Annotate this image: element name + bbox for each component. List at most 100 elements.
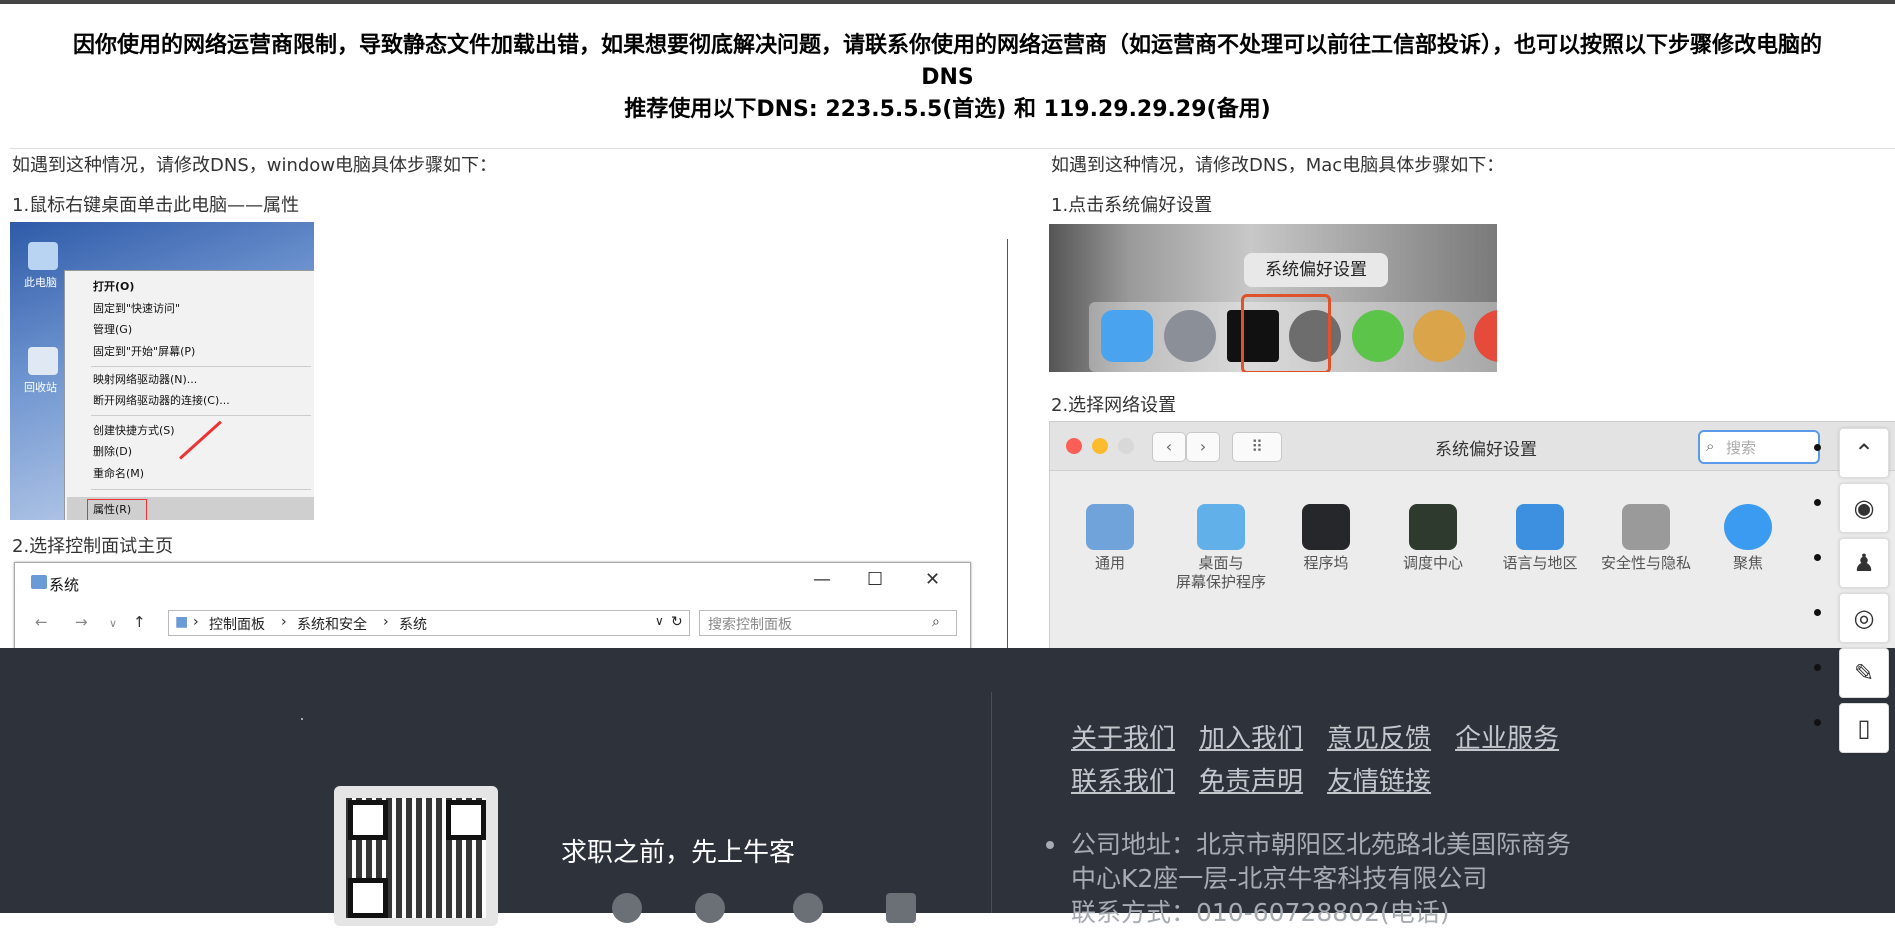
pane-label: 安全性与隐私 xyxy=(1600,554,1691,572)
desktop-label-recycle: 回收站 xyxy=(24,381,57,394)
link-disclaimer[interactable]: 免责声明 xyxy=(1199,767,1303,797)
menu-item-disconnect-drive: 断开网络驱动器的连接(C)... xyxy=(93,394,230,407)
link-contact[interactable]: 联系我们 xyxy=(1071,767,1175,797)
windows-step1: 1.鼠标右键桌面单击此电脑——属性 xyxy=(12,195,300,216)
top-border xyxy=(0,0,1895,4)
menu-item-properties: 属性(R) xyxy=(93,503,132,516)
address-dropdown-icon: ∨ xyxy=(655,614,664,628)
back-to-top-icon[interactable]: ⌃ xyxy=(1839,428,1889,478)
close-light-icon xyxy=(1066,438,1082,454)
address-line1: 公司地址：北京市朝阳区北苑路北美国际商务 xyxy=(1071,830,1572,859)
pane-label: 语言与地区 xyxy=(1502,554,1578,572)
search-icon: ⌕ xyxy=(1706,437,1715,455)
prefs-search: ⌕ 搜索 xyxy=(1698,430,1820,464)
menu-separator xyxy=(91,415,311,416)
pane-mission-control: 调度中心 xyxy=(1383,504,1483,573)
list-bullet xyxy=(1814,499,1821,506)
menu-item-delete: 删除(D) xyxy=(93,445,133,458)
system-window-screenshot: 系统 — ☐ ✕ ← → ∨ ↑ ■ › 控制面板 › 系统和安全 › 系统 ∨… xyxy=(14,562,971,649)
qq-share-icon[interactable]: ♟ xyxy=(1839,538,1889,588)
breadcrumb-control-panel: 控制面板 xyxy=(209,617,265,633)
menu-item-pin-quick: 固定到"快速访问" xyxy=(93,302,181,315)
footer-address: 公司地址：北京市朝阳区北苑路北美国际商务 中心K2座一层-北京牛客科技有限公司 … xyxy=(1071,828,1591,930)
mobile-icon[interactable]: ▯ xyxy=(1839,703,1889,753)
weibo-icon[interactable] xyxy=(793,893,823,923)
menu-item-open: 打开(O) xyxy=(93,280,135,293)
menu-separator xyxy=(91,366,311,367)
link-join[interactable]: 加入我们 xyxy=(1199,724,1303,754)
mission-control-icon xyxy=(1409,504,1457,550)
grid-icon: ⠿ xyxy=(1232,432,1282,462)
list-bullet xyxy=(1814,719,1821,726)
windows-context-menu-screenshot: 此电脑 回收站 打开(O) 固定到"快速访问" 管理(G) 固定到"开始"屏幕(… xyxy=(10,222,314,520)
desktop-icon xyxy=(1197,504,1245,550)
link-friends[interactable]: 友情链接 xyxy=(1327,767,1431,797)
footer-slogan: 求职之前，先上牛客 xyxy=(561,838,796,868)
back-chevron-icon: ‹ xyxy=(1152,432,1186,462)
general-icon xyxy=(1086,504,1134,550)
notice-line1: 因你使用的网络运营商限制，导致静态文件加载出错，如果想要彻底解决问题，请联系你使… xyxy=(72,33,1822,58)
pane-label: 通用 xyxy=(1094,554,1125,572)
windows-instructions: 如遇到这种情况，请修改DNS，window电脑具体步骤如下： 1.鼠标右键桌面单… xyxy=(10,149,1010,649)
minimize-icon: — xyxy=(813,569,831,590)
highlight-box xyxy=(1241,294,1331,372)
notice-recommend: 推荐使用以下DNS: 223.5.5.5(首选) 和 119.29.29.29(… xyxy=(624,97,1271,122)
flag-icon xyxy=(1516,504,1564,550)
breadcrumb-sep-icon: › xyxy=(383,614,389,630)
launchpad-icon xyxy=(1164,310,1216,362)
feedback-icon[interactable]: ✎ xyxy=(1839,648,1889,698)
pane-desktop: 桌面与 屏幕保护程序 xyxy=(1166,504,1276,592)
breadcrumb-sep-icon: › xyxy=(281,614,287,630)
zoom-light-icon xyxy=(1118,438,1134,454)
search-placeholder: 搜索控制面板 xyxy=(708,617,792,633)
pc-icon: ■ xyxy=(175,614,189,630)
wechat-share-icon[interactable]: ◎ xyxy=(1839,593,1889,643)
recycle-bin-icon xyxy=(28,347,58,375)
maximize-icon: ☐ xyxy=(867,569,884,590)
mac-titlebar: ‹ › ⠿ 系统偏好设置 ⌕ 搜索 xyxy=(1050,422,1895,471)
back-arrow-icon: ← xyxy=(35,613,48,631)
weibo-share-icon[interactable]: ◉ xyxy=(1839,483,1889,533)
computer-icon xyxy=(28,242,58,270)
menu-separator xyxy=(91,489,311,490)
qr-finder xyxy=(348,878,388,918)
forward-chevron-icon: › xyxy=(1186,432,1220,462)
control-panel-search: 搜索控制面板 ⌕ xyxy=(699,610,957,636)
dock-tooltip: 系统偏好设置 xyxy=(1244,253,1388,287)
dns-notice: 因你使用的网络运营商限制，导致静态文件加载出错，如果想要彻底解决问题，请联系你使… xyxy=(0,30,1895,126)
list-bullet xyxy=(1814,444,1821,451)
notice-line2: DNS xyxy=(921,65,974,90)
wechat-icon[interactable] xyxy=(695,893,725,923)
windows-step2: 2.选择控制面试主页 xyxy=(12,536,174,557)
link-enterprise[interactable]: 企业服务 xyxy=(1455,724,1559,754)
dock-icon xyxy=(1302,504,1350,550)
footer-links: 关于我们 加入我们 意见反馈 企业服务 联系我们 免责声明 友情链接 xyxy=(1071,718,1631,804)
app-icon[interactable] xyxy=(886,893,916,923)
qr-finder xyxy=(446,800,486,840)
forward-arrow-icon: → xyxy=(75,613,88,631)
spotlight-icon xyxy=(1724,504,1772,550)
system-window-title: 系统 xyxy=(49,576,80,594)
menu-item-shortcut: 创建快捷方式(S) xyxy=(93,424,175,437)
footer-dot xyxy=(301,718,303,720)
address-bar: ■ › 控制面板 › 系统和安全 › 系统 ∨ ↻ xyxy=(168,610,690,636)
qr-code xyxy=(334,786,498,926)
qr-finder xyxy=(348,800,388,840)
pane-general: 通用 xyxy=(1060,504,1160,573)
link-about[interactable]: 关于我们 xyxy=(1071,724,1175,754)
menu-item-map-drive: 映射网络驱动器(N)... xyxy=(93,373,198,386)
prefs-title: 系统偏好设置 xyxy=(1435,440,1537,460)
list-bullet xyxy=(1814,554,1821,561)
breadcrumb-security: 系统和安全 xyxy=(297,617,367,633)
column-divider xyxy=(1007,239,1008,649)
qq-icon[interactable] xyxy=(612,893,642,923)
windows-intro: 如遇到这种情况，请修改DNS，window电脑具体步骤如下： xyxy=(12,155,498,176)
list-bullet xyxy=(1814,609,1821,616)
desktop-label-pc: 此电脑 xyxy=(24,276,57,289)
mac-dock-screenshot: 系统偏好设置 xyxy=(1049,224,1497,372)
footer-divider xyxy=(991,692,992,913)
house-icon xyxy=(1622,504,1670,550)
breadcrumb-system: 系统 xyxy=(399,617,427,633)
menu-item-pin-start: 固定到"开始"屏幕(P) xyxy=(93,345,196,358)
link-feedback[interactable]: 意见反馈 xyxy=(1327,724,1431,754)
